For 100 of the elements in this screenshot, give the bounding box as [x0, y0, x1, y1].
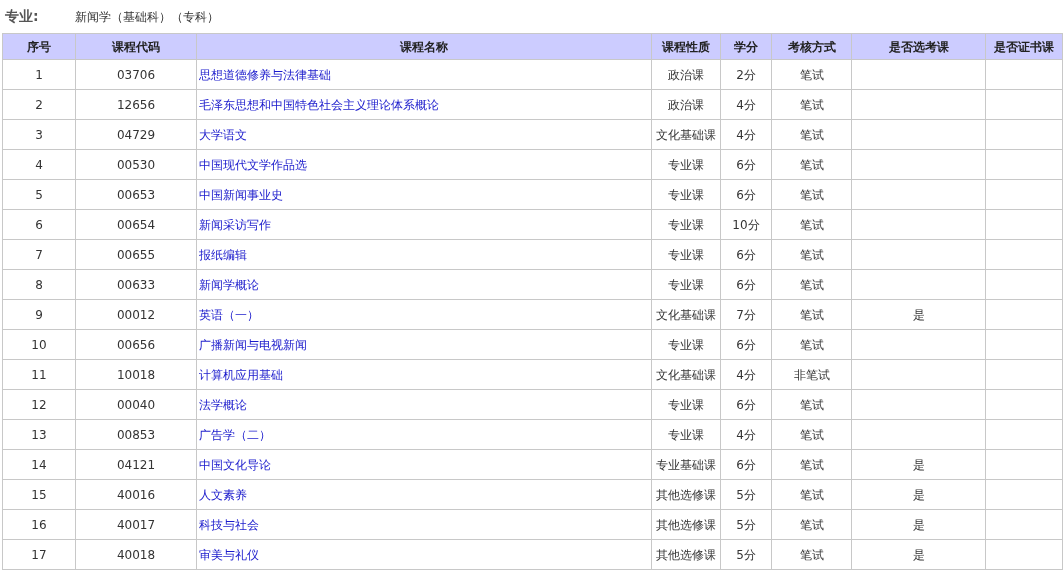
- table-cell: 6分: [736, 457, 756, 472]
- table-cell: 笔试: [799, 127, 824, 142]
- table-cell: 7: [35, 247, 43, 262]
- table-cell: 笔试: [799, 157, 824, 172]
- column-header: 学分: [734, 39, 758, 54]
- table-cell: 10分: [732, 217, 760, 232]
- table-cell: 1: [35, 67, 43, 82]
- table-cell: 13: [31, 427, 47, 442]
- table-cell: 11: [31, 367, 47, 382]
- course-link[interactable]: 新闻学概论: [199, 277, 259, 292]
- course-link[interactable]: 报纸编辑: [199, 247, 247, 262]
- table-cell: 2: [35, 97, 43, 112]
- table-cell: 4: [35, 157, 43, 172]
- course-link[interactable]: 法学概论: [199, 397, 247, 412]
- table-cell: 40016: [116, 487, 156, 502]
- table-cell: 笔试: [799, 457, 824, 472]
- table-cell: 14: [31, 457, 47, 472]
- course-link[interactable]: 新闻采访写作: [199, 217, 271, 232]
- table-cell: 专业课: [668, 397, 704, 412]
- table-cell: 6分: [736, 337, 756, 352]
- table-cell: 5分: [736, 517, 756, 532]
- table-cell: 5分: [736, 547, 756, 562]
- course-link[interactable]: 中国现代文学作品选: [199, 157, 307, 172]
- table-cell: 是: [912, 517, 925, 532]
- column-header: 课程性质: [662, 39, 710, 54]
- table-cell: 12: [31, 397, 47, 412]
- table-cell: 40018: [116, 547, 156, 562]
- course-link[interactable]: 大学语文: [199, 127, 247, 142]
- table-cell: 笔试: [799, 97, 824, 112]
- table-cell: 6分: [736, 397, 756, 412]
- table-cell: 10: [31, 337, 47, 352]
- course-link[interactable]: 审美与礼仪: [199, 547, 259, 562]
- course-link[interactable]: 计算机应用基础: [199, 367, 283, 382]
- course-link[interactable]: 人文素养: [199, 487, 247, 502]
- major-value: 新闻学（基础科）（专科）: [75, 8, 219, 26]
- table-cell: 17: [31, 547, 47, 562]
- table-cell: 15: [31, 487, 47, 502]
- table-cell: 笔试: [799, 217, 824, 232]
- course-link[interactable]: 英语（一）: [199, 307, 259, 322]
- table-cell: 笔试: [799, 397, 824, 412]
- table-cell: 是: [912, 457, 925, 472]
- table-cell: 笔试: [799, 517, 824, 532]
- table-cell: 是: [912, 307, 925, 322]
- table-cell: 4分: [736, 97, 756, 112]
- course-link[interactable]: 科技与社会: [199, 517, 259, 532]
- table-cell: 5: [35, 187, 43, 202]
- course-link[interactable]: 中国文化导论: [199, 457, 271, 472]
- table-cell: 00654: [116, 217, 156, 232]
- table-cell: 专业课: [668, 277, 704, 292]
- table-cell: 是: [912, 547, 925, 562]
- table-cell: 6分: [736, 277, 756, 292]
- table-cell: 笔试: [799, 67, 824, 82]
- table-cell: 04729: [116, 127, 156, 142]
- table-cell: 专业课: [668, 337, 704, 352]
- table-cell: 非笔试: [793, 367, 830, 382]
- table-cell: 笔试: [799, 277, 824, 292]
- table-cell: 00655: [116, 247, 156, 262]
- table-cell: 专业课: [668, 217, 704, 232]
- table-cell: 00853: [116, 427, 156, 442]
- table-cell: 03706: [116, 67, 156, 82]
- table-cell: 6分: [736, 187, 756, 202]
- table-cell: 8: [35, 277, 43, 292]
- table-cell: 00653: [116, 187, 156, 202]
- table-cell: 笔试: [799, 187, 824, 202]
- column-header: 课程代码: [112, 39, 160, 54]
- course-link[interactable]: 广告学（二）: [199, 427, 271, 442]
- table-cell: 专业课: [668, 247, 704, 262]
- table-cell: 6: [35, 217, 43, 232]
- table-cell: 笔试: [799, 337, 824, 352]
- table-cell: 专业基础课: [656, 457, 716, 472]
- table-cell: 2分: [736, 67, 756, 82]
- course-link[interactable]: 思想道德修养与法律基础: [199, 67, 331, 82]
- table-cell: 16: [31, 517, 47, 532]
- table-cell: 6分: [736, 157, 756, 172]
- table-cell: 政治课: [668, 97, 704, 112]
- course-link[interactable]: 广播新闻与电视新闻: [199, 337, 307, 352]
- table-cell: 专业课: [668, 187, 704, 202]
- table-cell: 40017: [116, 517, 156, 532]
- course-link[interactable]: 中国新闻事业史: [199, 187, 283, 202]
- table-cell: 文化基础课: [656, 367, 716, 382]
- table-cell: 专业课: [668, 427, 704, 442]
- table-cell: 10018: [116, 367, 156, 382]
- table-cell: 文化基础课: [656, 127, 716, 142]
- table-cell: 政治课: [668, 67, 704, 82]
- table-cell: 5分: [736, 487, 756, 502]
- column-header: 课程名称: [400, 39, 448, 54]
- table-cell: 4分: [736, 367, 756, 382]
- table-cell: 00530: [116, 157, 156, 172]
- table-cell: 笔试: [799, 247, 824, 262]
- table-cell: 其他选修课: [656, 517, 716, 532]
- table-cell: 00633: [116, 277, 156, 292]
- column-header: 考核方式: [787, 39, 836, 54]
- table-cell: 其他选修课: [656, 547, 716, 562]
- table-cell: 文化基础课: [656, 307, 716, 322]
- table-cell: 4分: [736, 127, 756, 142]
- column-header: 是否选考课: [888, 39, 949, 54]
- field-label: 专业:: [5, 7, 40, 26]
- table-cell: 笔试: [799, 427, 824, 442]
- table-cell: 笔试: [799, 487, 824, 502]
- table-cell: 笔试: [799, 547, 824, 562]
